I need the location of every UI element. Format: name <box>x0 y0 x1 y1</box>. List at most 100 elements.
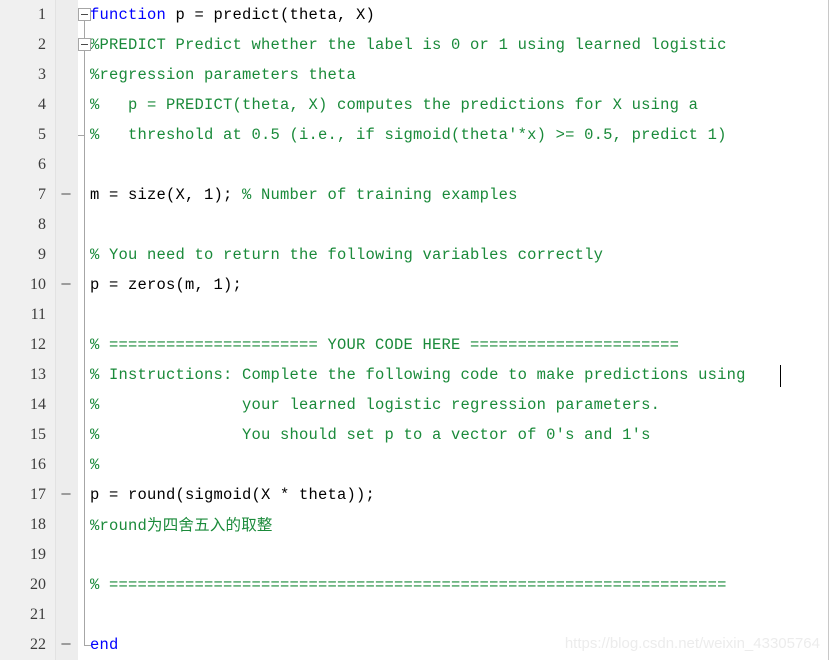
line-number: 8 <box>38 216 46 233</box>
line-number: 1 <box>38 6 46 23</box>
fold-connector <box>84 360 85 390</box>
line-number: 22 <box>30 636 46 653</box>
code-token-comment: % Number of training examples <box>242 186 518 204</box>
code-line-row[interactable]: 12 % ====================== YOUR CODE HER… <box>0 330 840 360</box>
line-number: 21 <box>30 606 46 623</box>
code-token-comment: % Instructions: Complete the following c… <box>90 366 746 384</box>
line-number: 4 <box>38 96 46 113</box>
code-line-row[interactable]: 4 % p = PREDICT(theta, X) computes the pr… <box>0 90 840 120</box>
text-caret <box>780 365 781 387</box>
code-line-row[interactable]: 15 % You should set p to a vector of 0's … <box>0 420 840 450</box>
code-line-row[interactable]: 6 <box>0 150 840 180</box>
code-line-row[interactable]: 19 <box>0 540 840 570</box>
fold-connector <box>84 630 85 645</box>
code-line-text[interactable]: p = round(sigmoid(X * theta)); <box>90 480 375 510</box>
code-line-row[interactable]: 10 — p = zeros(m, 1); <box>0 270 840 300</box>
code-line-text[interactable]: %round为四舍五入的取整 <box>90 510 273 541</box>
executable-line-marker[interactable]: — <box>58 630 74 660</box>
code-token-plain: m = size(X, 1); <box>90 186 243 204</box>
code-line-text[interactable]: function p = predict(theta, X) <box>90 0 375 30</box>
fold-end-bracket <box>84 645 91 646</box>
code-line-row[interactable]: 8 <box>0 210 840 240</box>
code-token-cjk: 为四舍五入的取整 <box>147 516 273 534</box>
code-line-row[interactable]: 3 %regression parameters theta <box>0 60 840 90</box>
fold-connector <box>84 570 85 600</box>
line-number: 18 <box>30 516 46 533</box>
fold-connector <box>84 300 85 330</box>
line-number: 15 <box>30 426 46 443</box>
fold-connector <box>84 60 85 90</box>
fold-collapse-icon[interactable] <box>78 8 91 21</box>
line-number: 10 <box>30 276 46 293</box>
code-token-comment: % your learned logistic regression param… <box>90 396 661 414</box>
code-line-text[interactable]: m = size(X, 1); % Number of training exa… <box>90 180 518 210</box>
fold-connector <box>84 390 85 420</box>
fold-connector <box>84 270 85 300</box>
fold-section-tick <box>78 135 84 136</box>
code-token-comment: % p = PREDICT(theta, X) computes the pre… <box>90 96 699 114</box>
line-number: 3 <box>38 66 46 83</box>
code-line-text[interactable]: % ======================================… <box>90 570 727 600</box>
code-line-text[interactable]: p = zeros(m, 1); <box>90 270 242 300</box>
code-token-comment: % ====================== YOUR CODE HERE … <box>90 336 680 354</box>
fold-connector <box>84 420 85 450</box>
code-line-text[interactable]: % <box>90 450 100 480</box>
code-line-text[interactable]: %regression parameters theta <box>90 60 356 90</box>
code-line-text[interactable]: % ====================== YOUR CODE HERE … <box>90 330 679 360</box>
code-line-row[interactable]: 2 %PREDICT Predict whether the label is 0… <box>0 30 840 60</box>
fold-connector <box>84 21 85 38</box>
code-editor[interactable]: 1 function p = predict(theta, X) 2 %PREDICT… <box>0 0 840 660</box>
line-number: 9 <box>38 246 46 263</box>
fold-connector <box>84 330 85 360</box>
code-line-row[interactable]: 14 % your learned logistic regression par… <box>0 390 840 420</box>
code-line-row[interactable]: 7 — m = size(X, 1); % Number of training e… <box>0 180 840 210</box>
code-token-comment: % You need to return the following varia… <box>90 246 604 264</box>
code-token-comment: %PREDICT Predict whether the label is 0 … <box>90 36 727 54</box>
code-token-comment: % ======================================… <box>90 576 727 594</box>
executable-line-marker[interactable]: — <box>58 270 74 300</box>
code-line-row[interactable]: 11 <box>0 300 840 330</box>
code-line-row[interactable]: 5 % threshold at 0.5 (i.e., if sigmoid(th… <box>0 120 840 150</box>
code-line-text[interactable]: % your learned logistic regression param… <box>90 390 660 420</box>
line-number: 20 <box>30 576 46 593</box>
code-line-text[interactable]: % threshold at 0.5 (i.e., if sigmoid(the… <box>90 120 727 150</box>
code-token-comment: % threshold at 0.5 (i.e., if sigmoid(the… <box>90 126 727 144</box>
line-number: 14 <box>30 396 46 413</box>
code-line-text[interactable]: % You should set p to a vector of 0's an… <box>90 420 651 450</box>
code-token-comment: %regression parameters theta <box>90 66 357 84</box>
code-token-comment: % <box>90 456 100 474</box>
code-line-row[interactable]: 13 % Instructions: Complete the following… <box>0 360 840 390</box>
code-token-comment: %round <box>90 517 148 535</box>
code-line-text[interactable]: % p = PREDICT(theta, X) computes the pre… <box>90 90 698 120</box>
code-token-keyword: end <box>90 636 119 654</box>
fold-connector <box>84 540 85 570</box>
line-number: 12 <box>30 336 46 353</box>
code-line-row[interactable]: 16% <box>0 450 840 480</box>
code-line-text[interactable]: %PREDICT Predict whether the label is 0 … <box>90 30 727 60</box>
code-line-row[interactable]: 20 % ====================================… <box>0 570 840 600</box>
code-line-row[interactable]: 18 %round为四舍五入的取整 <box>0 510 840 540</box>
fold-connector <box>84 90 85 120</box>
line-number: 6 <box>38 156 46 173</box>
code-line-text[interactable]: end <box>90 630 119 660</box>
code-line-text[interactable]: % Instructions: Complete the following c… <box>90 360 746 390</box>
fold-collapse-icon[interactable] <box>78 38 91 51</box>
line-number: 11 <box>30 306 46 323</box>
line-number: 2 <box>38 36 46 53</box>
code-line-row[interactable]: 9 % You need to return the following vari… <box>0 240 840 270</box>
executable-line-marker[interactable]: — <box>58 480 74 510</box>
code-line-row[interactable]: 21 <box>0 600 840 630</box>
fold-connector <box>84 180 85 210</box>
line-number: 17 <box>30 486 46 503</box>
code-line-row[interactable]: 1 function p = predict(theta, X) <box>0 0 840 30</box>
code-line-row[interactable]: 17 — p = round(sigmoid(X * theta)); <box>0 480 840 510</box>
code-token-plain: p = round(sigmoid(X * theta)); <box>90 486 376 504</box>
code-line-text[interactable]: % You need to return the following varia… <box>90 240 603 270</box>
watermark-url: https://blog.csdn.net/weixin_43305764 <box>564 635 820 652</box>
fold-connector <box>84 240 85 270</box>
code-token-comment: % You should set p to a vector of 0's an… <box>90 426 651 444</box>
executable-line-marker[interactable]: — <box>58 180 74 210</box>
line-number: 13 <box>30 366 46 383</box>
fold-connector <box>84 600 85 630</box>
line-number: 16 <box>30 456 46 473</box>
